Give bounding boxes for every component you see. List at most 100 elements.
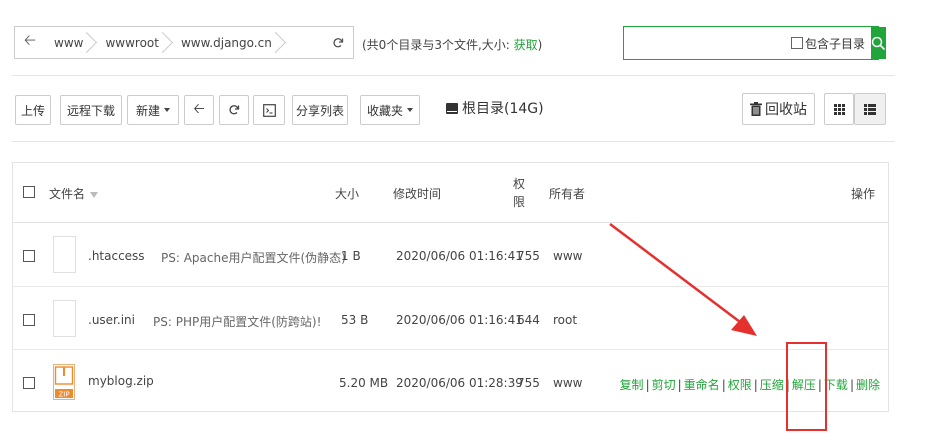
file-size: 1 B <box>341 249 361 263</box>
file-name[interactable]: .htaccess <box>88 249 145 263</box>
action-separator: | <box>753 378 758 392</box>
terminal-button[interactable] <box>253 95 285 125</box>
mtime-column-header[interactable]: 修改时间 <box>393 185 441 202</box>
remote-download-button[interactable]: 远程下载 <box>60 95 122 125</box>
file-mtime: 2020/06/06 01:28:39 <box>396 376 523 390</box>
zip-file-icon: ZIP <box>53 364 75 400</box>
search-box: 包含子目录 <box>623 26 887 60</box>
terminal-icon <box>262 103 276 117</box>
perm-column-header: 权限 <box>513 175 525 211</box>
name-header-label: 文件名 <box>49 187 86 201</box>
path-bar: 🡠 www wwwroot www.django.cn <box>14 26 352 59</box>
grid-view-icon <box>833 103 845 115</box>
action-separator: | <box>849 378 854 392</box>
refresh-button[interactable] <box>219 95 249 125</box>
directory-summary-close: ) <box>537 38 543 52</box>
file-mtime: 2020/06/06 01:16:41 <box>396 313 523 327</box>
size-column-header[interactable]: 大小 <box>335 185 359 202</box>
fetch-size-link[interactable]: 获取 <box>514 38 538 52</box>
include-subdir-option[interactable]: 包含子目录 <box>791 35 871 52</box>
list-view-button[interactable] <box>854 93 886 125</box>
action-separator: | <box>645 378 650 392</box>
file-perm[interactable]: 644 <box>517 313 540 327</box>
file-name[interactable]: .user.ini <box>88 313 135 327</box>
new-dropdown-button[interactable]: 新建 <box>127 95 179 125</box>
download-action[interactable]: 下载 <box>824 378 848 392</box>
compress-action[interactable]: 压缩 <box>760 378 784 392</box>
name-column-header[interactable]: 文件名 <box>49 185 99 202</box>
arrow-left-icon: 🡠 <box>193 101 205 117</box>
file-remark: PS: Apache用户配置文件(伪静态) <box>161 251 346 265</box>
perm-header-line-2: 限 <box>513 195 526 209</box>
divider <box>12 141 895 142</box>
table-header: 文件名 大小 修改时间 权限 所有者 操作 <box>13 163 888 223</box>
perm-header-line-1: 权 <box>513 177 526 191</box>
new-label: 新建 <box>135 103 160 118</box>
file-size: 53 B <box>341 313 369 327</box>
directory-summary-text: (共0个目录与3个文件,大小: <box>362 38 514 52</box>
file-name[interactable]: myblog.zip <box>88 374 154 388</box>
file-icon <box>53 300 76 337</box>
file-perm[interactable]: 755 <box>517 249 540 263</box>
copy-action[interactable]: 复制 <box>620 378 644 392</box>
delete-action[interactable]: 删除 <box>856 378 880 392</box>
action-separator: | <box>721 378 726 392</box>
sort-caret-icon <box>90 191 99 198</box>
path-back-button[interactable]: 🡠 <box>15 27 45 58</box>
arrow-left-icon: 🡠 <box>23 31 37 49</box>
file-remark: PS: PHP用户配置文件(防跨站)! <box>153 315 322 329</box>
file-perm[interactable]: 755 <box>517 376 540 390</box>
trash-icon <box>750 102 762 116</box>
file-owner: www <box>553 376 583 390</box>
favorites-dropdown-button[interactable]: 收藏夹 <box>360 95 420 125</box>
hard-disk-icon <box>446 102 458 114</box>
breadcrumb-site[interactable]: www.django.cn <box>172 27 285 58</box>
root-dir-button[interactable]: 根目录(14G) <box>446 98 544 118</box>
refresh-icon <box>229 105 240 115</box>
directory-summary: (共0个目录与3个文件,大小: 获取) <box>362 36 542 53</box>
owner-column-header: 所有者 <box>549 187 586 201</box>
file-icon <box>53 236 76 273</box>
divider <box>12 75 895 76</box>
file-owner: root <box>553 313 578 327</box>
row-checkbox[interactable] <box>23 250 35 262</box>
breadcrumb-wwwroot[interactable]: wwwroot <box>96 27 172 58</box>
favorites-label: 收藏夹 <box>366 103 403 118</box>
action-separator: | <box>677 378 682 392</box>
grid-view-button[interactable] <box>824 93 854 125</box>
upload-button[interactable]: 上传 <box>15 95 51 125</box>
list-view-icon <box>864 103 876 115</box>
recycle-bin-label: 回收站 <box>765 102 807 118</box>
include-subdir-checkbox[interactable] <box>791 37 803 49</box>
file-owner: www <box>553 249 583 263</box>
include-subdir-label: 包含子目录 <box>805 36 866 51</box>
row-checkbox[interactable] <box>23 377 35 389</box>
back-button[interactable]: 🡠 <box>184 95 214 125</box>
permission-action[interactable]: 权限 <box>728 378 752 392</box>
rename-action[interactable]: 重命名 <box>684 378 720 392</box>
file-mtime: 2020/06/06 01:16:41 <box>396 249 523 263</box>
caret-down-icon <box>407 108 413 112</box>
row-actions: 复制 | 剪切 | 重命名 | 权限 | 压缩 | 解压 | 下载 | 删除 <box>620 376 880 393</box>
share-list-button[interactable]: 分享列表 <box>292 95 348 125</box>
table-row[interactable]: ZIP myblog.zip 5.20 MB 2020/06/06 01:28:… <box>13 351 888 413</box>
refresh-icon <box>332 37 343 47</box>
recycle-bin-button[interactable]: 回收站 <box>742 93 815 125</box>
root-dir-label: 根目录(14G) <box>462 101 544 117</box>
action-separator: | <box>785 378 790 392</box>
ops-column-header: 操作 <box>851 187 876 201</box>
row-checkbox[interactable] <box>23 314 35 326</box>
search-button[interactable] <box>871 27 887 59</box>
file-size: 5.20 MB <box>339 376 389 390</box>
search-input[interactable] <box>624 27 791 59</box>
cut-action[interactable]: 剪切 <box>652 378 676 392</box>
select-all-checkbox[interactable] <box>23 186 35 198</box>
file-table: 文件名 大小 修改时间 权限 所有者 操作 .htaccess PS: Apac… <box>12 162 889 412</box>
table-row[interactable]: .user.ini PS: PHP用户配置文件(防跨站)! 53 B 2020/… <box>13 288 888 350</box>
path-refresh-button[interactable] <box>322 26 354 59</box>
extract-action[interactable]: 解压 <box>792 378 816 392</box>
action-separator: | <box>817 378 822 392</box>
table-row[interactable]: .htaccess PS: Apache用户配置文件(伪静态) 1 B 2020… <box>13 224 888 287</box>
caret-down-icon <box>164 108 170 112</box>
breadcrumb-www[interactable]: www <box>45 27 96 58</box>
